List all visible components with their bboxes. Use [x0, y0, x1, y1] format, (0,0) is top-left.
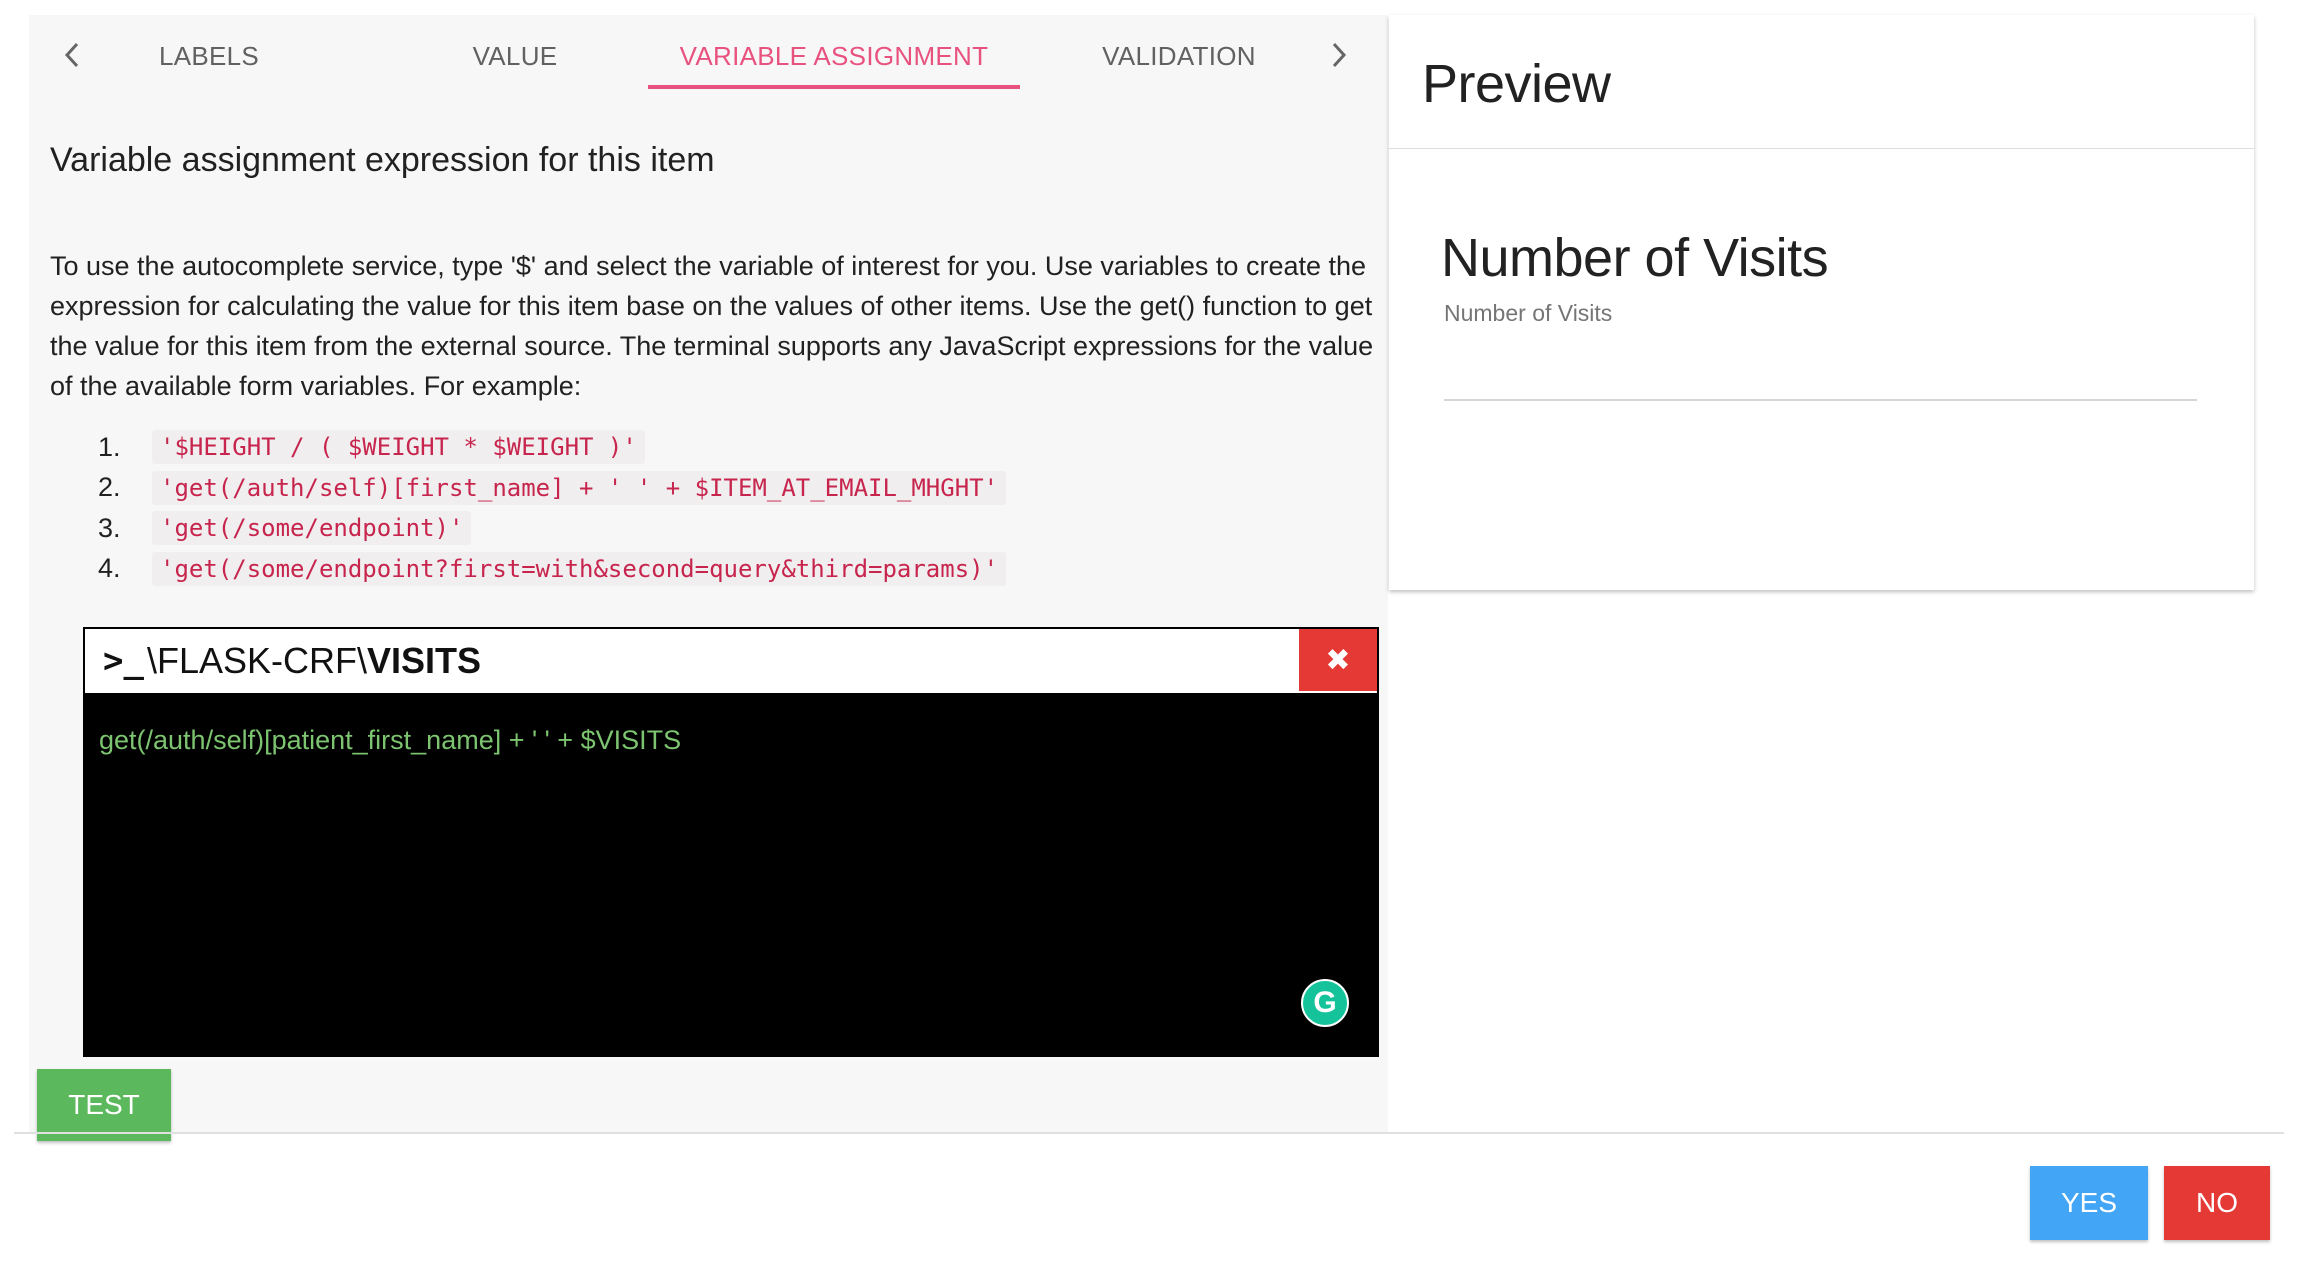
example-code: 'get(/auth/self)[first_name] + ' ' + $IT… [152, 470, 1007, 505]
field-input-line[interactable] [1444, 399, 2197, 401]
expression-input[interactable] [99, 725, 1363, 756]
tab-value[interactable]: VALUE [415, 25, 615, 95]
example-code: 'get(/some/endpoint?first=with&second=qu… [152, 551, 1007, 586]
active-tab-indicator [648, 85, 1020, 89]
divider [1389, 148, 2254, 149]
tab-bar: LABELS VALUE VARIABLE ASSIGNMENT VALIDAT… [29, 15, 1388, 90]
list-item: 3.'get(/some/endpoint)' [98, 508, 1006, 549]
list-item: 1. '$HEIGHT / ( $WEIGHT * $WEIGHT )' [98, 427, 1006, 468]
field-sublabel: Number of Visits [1444, 300, 1613, 326]
examples-list: 1. '$HEIGHT / ( $WEIGHT * $WEIGHT )' 2.'g… [98, 427, 1007, 590]
instructions-text: To use the autocomplete service, type '$… [50, 251, 1374, 401]
preview-title: Preview [1422, 54, 1611, 114]
terminal-path: \FLASK-CRF\VISITS [147, 640, 482, 681]
yes-button[interactable]: YES [2030, 1166, 2148, 1240]
divider [14, 1132, 2284, 1134]
chevron-left-icon[interactable] [52, 35, 92, 75]
example-code: '$HEIGHT / ( $WEIGHT * $WEIGHT )' [152, 430, 645, 465]
field-label: Number of Visits [1441, 228, 1829, 288]
grammarly-icon[interactable]: G [1301, 979, 1349, 1027]
terminal-header: >_ \FLASK-CRF\VISITS ✖ [85, 629, 1377, 695]
expression-terminal: >_ \FLASK-CRF\VISITS ✖ G [83, 627, 1379, 1057]
editor-panel: LABELS VALUE VARIABLE ASSIGNMENT VALIDAT… [29, 15, 1388, 1141]
tab-labels[interactable]: LABELS [109, 25, 309, 95]
example-code: 'get(/some/endpoint)' [152, 511, 472, 546]
list-item: 2.'get(/auth/self)[first_name] + ' ' + $… [98, 468, 1007, 509]
no-button[interactable]: NO [2164, 1166, 2270, 1240]
list-item: 4.'get(/some/endpoint?first=with&second=… [98, 549, 1007, 590]
preview-card: Preview Number of Visits Number of Visit… [1389, 15, 2254, 590]
chevron-right-icon[interactable] [1319, 35, 1359, 75]
close-icon[interactable]: ✖ [1299, 629, 1377, 691]
terminal-prompt-icon: >_ [103, 641, 144, 681]
tab-validation[interactable]: VALIDATION [1069, 25, 1289, 95]
section-title: Variable assignment expression for this … [50, 141, 715, 179]
test-button[interactable]: TEST [37, 1069, 171, 1141]
